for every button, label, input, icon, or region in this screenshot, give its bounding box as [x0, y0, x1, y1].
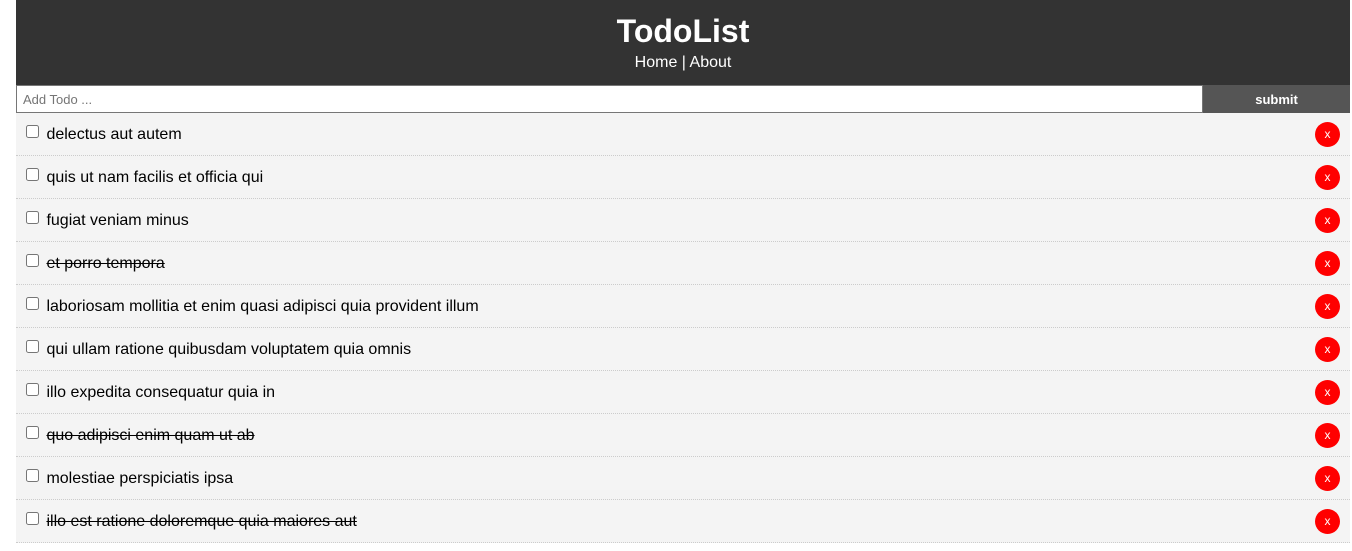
todo-item: quis ut nam facilis et officia qui x — [16, 156, 1350, 199]
todo-item: molestiae perspiciatis ipsa x — [16, 457, 1350, 500]
delete-button[interactable]: x — [1315, 380, 1340, 405]
main-nav: Home | About — [16, 53, 1350, 73]
delete-button[interactable]: x — [1315, 208, 1340, 233]
todo-item: illo est ratione doloremque quia maiores… — [16, 500, 1350, 543]
todo-title: qui ullam ratione quibusdam voluptatem q… — [46, 341, 412, 358]
todo-checkbox[interactable] — [26, 512, 39, 525]
todo-list: delectus aut autem x quis ut nam facilis… — [16, 113, 1350, 543]
todo-title: quis ut nam facilis et officia qui — [46, 169, 264, 186]
todo-item: delectus aut autem x — [16, 113, 1350, 156]
todo-checkbox[interactable] — [26, 297, 39, 310]
todo-item: illo expedita consequatur quia in x — [16, 371, 1350, 414]
app-title: TodoList — [616, 13, 750, 49]
todo-checkbox[interactable] — [26, 168, 39, 181]
delete-button[interactable]: x — [1315, 122, 1340, 147]
todo-title: laboriosam mollitia et enim quasi adipis… — [46, 298, 479, 315]
todo-title: delectus aut autem — [46, 126, 182, 143]
todo-app: TodoList Home | About submit delectus au… — [16, 0, 1350, 543]
delete-button[interactable]: x — [1315, 165, 1340, 190]
todo-checkbox[interactable] — [26, 125, 39, 138]
todo-title: fugiat veniam minus — [46, 212, 189, 229]
todo-title: illo expedita consequatur quia in — [46, 384, 276, 401]
add-todo-input[interactable] — [16, 85, 1204, 113]
todo-title: illo est ratione doloremque quia maiores… — [46, 513, 357, 530]
nav-separator: | — [677, 54, 690, 71]
app-header: TodoList Home | About — [16, 0, 1350, 85]
todo-title: et porro tempora — [46, 255, 165, 272]
todo-title: molestiae perspiciatis ipsa — [46, 470, 234, 487]
todo-item: qui ullam ratione quibusdam voluptatem q… — [16, 328, 1350, 371]
delete-button[interactable]: x — [1315, 466, 1340, 491]
nav-link-home[interactable]: Home — [635, 54, 678, 71]
todo-item: laboriosam mollitia et enim quasi adipis… — [16, 285, 1350, 328]
nav-link-about[interactable]: About — [690, 54, 732, 71]
todo-checkbox[interactable] — [26, 469, 39, 482]
delete-button[interactable]: x — [1315, 509, 1340, 534]
todo-item: quo adipisci enim quam ut ab x — [16, 414, 1350, 457]
submit-button[interactable]: submit — [1203, 85, 1350, 113]
todo-checkbox[interactable] — [26, 340, 39, 353]
delete-button[interactable]: x — [1315, 423, 1340, 448]
todo-item: fugiat veniam minus x — [16, 199, 1350, 242]
todo-item: et porro tempora x — [16, 242, 1350, 285]
todo-title: quo adipisci enim quam ut ab — [46, 427, 255, 444]
todo-checkbox[interactable] — [26, 426, 39, 439]
add-todo-form: submit — [16, 85, 1350, 113]
delete-button[interactable]: x — [1315, 251, 1340, 276]
todo-checkbox[interactable] — [26, 383, 39, 396]
delete-button[interactable]: x — [1315, 337, 1340, 362]
todo-checkbox[interactable] — [26, 254, 39, 267]
delete-button[interactable]: x — [1315, 294, 1340, 319]
todo-checkbox[interactable] — [26, 211, 39, 224]
